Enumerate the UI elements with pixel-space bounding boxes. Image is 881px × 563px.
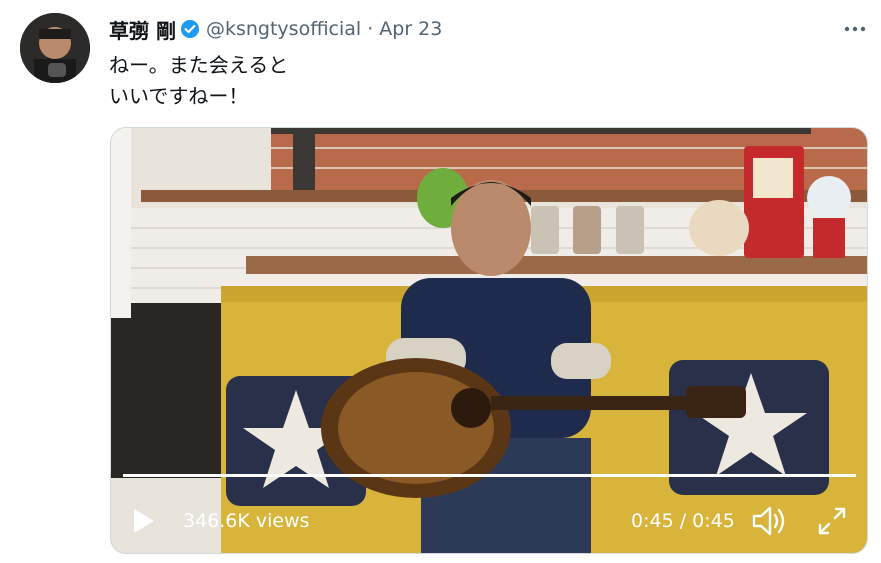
tweet-header: 草彅 剛 @ksngtysofficial · Apr 23 [109,14,442,44]
video-controls: 346.6K views 0:45 / 0:45 [111,488,867,553]
video-player[interactable]: 346.6K views 0:45 / 0:45 [110,127,868,554]
video-progress-bar[interactable] [123,474,856,477]
video-time: 0:45 / 0:45 [631,510,735,532]
tweet-date[interactable]: Apr 23 [379,18,442,40]
header-separator: · [367,18,374,40]
tweet-text-line: いいですねー！ [109,84,249,108]
volume-icon[interactable] [751,504,789,538]
avatar-image [20,13,90,83]
tweet-text-line: ねー。また会えると [109,53,289,77]
verified-badge-icon [180,19,200,39]
fullscreen-icon[interactable] [816,505,848,537]
author-handle[interactable]: @ksngtysofficial [206,18,361,40]
view-count: 346.6K views [183,510,310,532]
author-avatar[interactable] [20,13,90,83]
video-progress-fill [123,474,856,477]
more-options-icon[interactable] [838,14,872,44]
author-name[interactable]: 草彅 剛 [109,15,176,44]
tweet-text: ねー。また会えると いいですねー！ [109,50,288,112]
play-icon[interactable] [127,506,157,536]
